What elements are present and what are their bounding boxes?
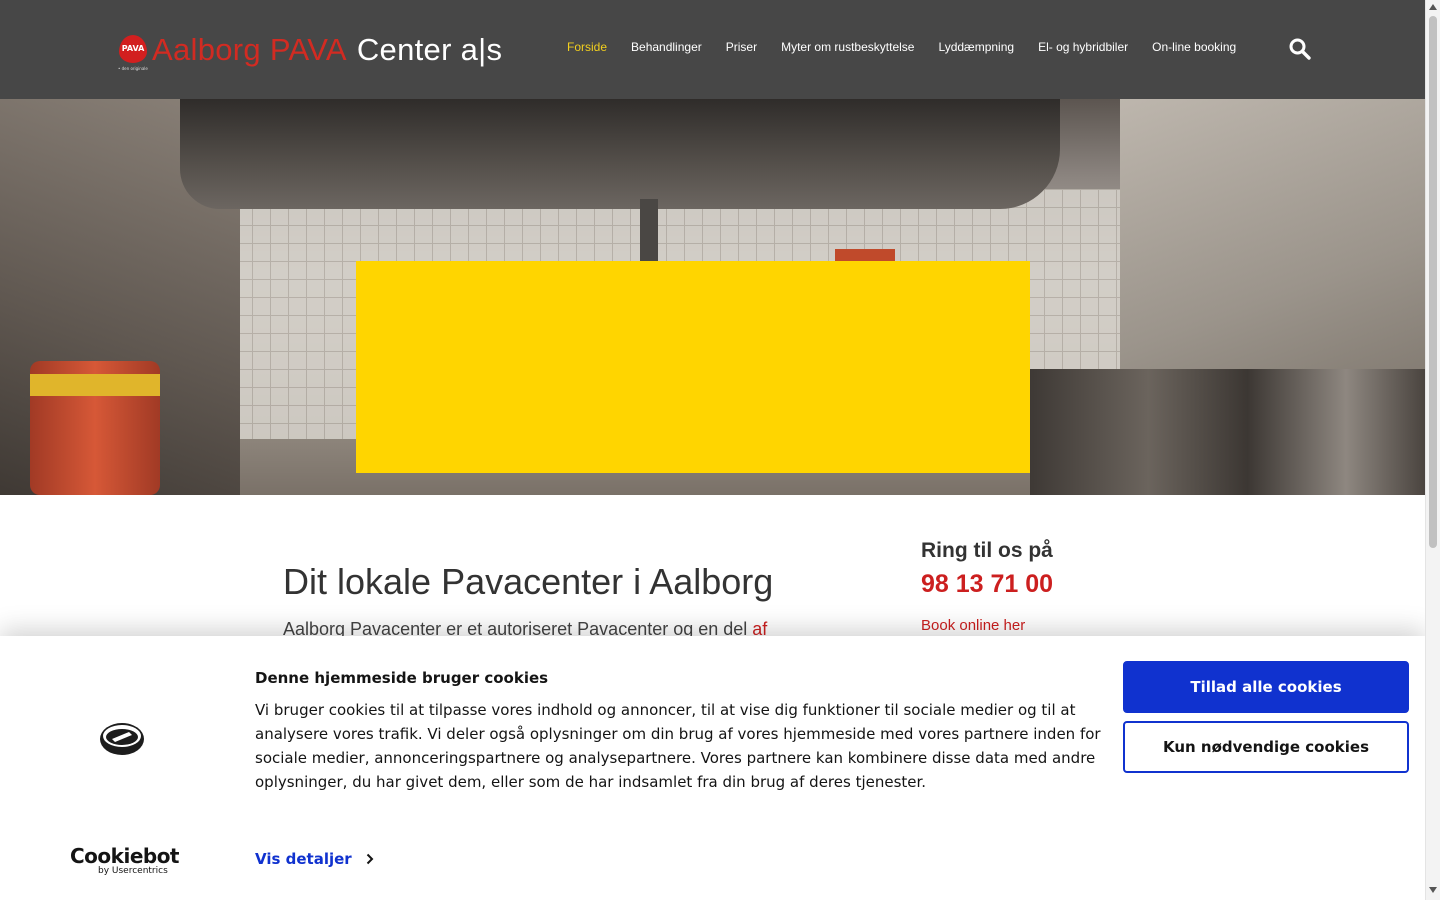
allow-all-cookies-button[interactable]: Tillad alle cookies [1123,661,1409,713]
cookie-description: Vi bruger cookies til at tilpasse vores … [255,701,1101,791]
hero-yellow-box [356,261,1030,473]
cookie-banner: Cookiebot by Usercentrics Denne hjemmesi… [0,636,1425,900]
cookie-title: Denne hjemmeside bruger cookies [255,669,549,687]
nav-item-myter[interactable]: Myter om rustbeskyttelse [781,40,914,54]
page: PAVA • den originale Aalborg PAVA Center… [0,0,1440,900]
page-scrollbar[interactable] [1425,0,1440,900]
nav-item-el-hybrid[interactable]: El- og hybridbiler [1038,40,1128,54]
scroll-up-arrow-icon[interactable] [1429,4,1437,10]
page-title: Dit lokale Pavacenter i Aalborg [283,561,774,602]
necessary-cookies-button[interactable]: Kun nødvendige cookies [1123,721,1409,773]
show-details-link[interactable]: Vis detaljer [255,850,374,868]
search-icon [1289,38,1311,60]
scroll-down-arrow-icon[interactable] [1429,887,1437,893]
hero-cabinets [1030,369,1425,495]
phone-link[interactable]: 98 13 71 00 [921,570,1053,599]
search-button[interactable] [1288,37,1312,61]
scrollbar-thumb[interactable] [1429,16,1437,548]
hero-barrel-band [30,374,160,396]
hero-banner [0,99,1425,495]
pava-tagline: • den originale [118,66,148,71]
cookiebot-subtitle: by Usercentrics [98,866,168,876]
hero-car-underside [180,99,1060,209]
main-nav: Forside Behandlinger Priser Myter om rus… [567,40,1236,54]
show-details-label: Vis detaljer [255,850,352,868]
cookiebot-wordmark: Cookiebot [70,844,180,868]
cookie-icon [100,723,144,755]
logo-name-white: Center a|s [356,32,503,67]
nav-item-booking[interactable]: On-line booking [1152,40,1236,54]
nav-item-priser[interactable]: Priser [726,40,757,54]
call-label: Ring til os på [921,539,1053,562]
nav-item-lyddaempning[interactable]: Lyddæmpning [938,40,1014,54]
site-header: PAVA • den originale Aalborg PAVA Center… [0,0,1425,99]
site-logo[interactable]: PAVA • den originale Aalborg PAVA Center… [116,28,502,72]
nav-item-forside[interactable]: Forside [567,40,607,54]
cookiebot-logo[interactable]: Cookiebot by Usercentrics [70,844,180,876]
nav-item-behandlinger[interactable]: Behandlinger [631,40,702,54]
pava-badge-icon: PAVA • den originale [116,33,150,71]
book-online-link[interactable]: Book online her [921,617,1025,634]
logo-name-red: Aalborg PAVA [152,32,347,67]
chevron-right-icon [366,853,374,865]
pava-badge-text: PAVA [121,44,145,53]
